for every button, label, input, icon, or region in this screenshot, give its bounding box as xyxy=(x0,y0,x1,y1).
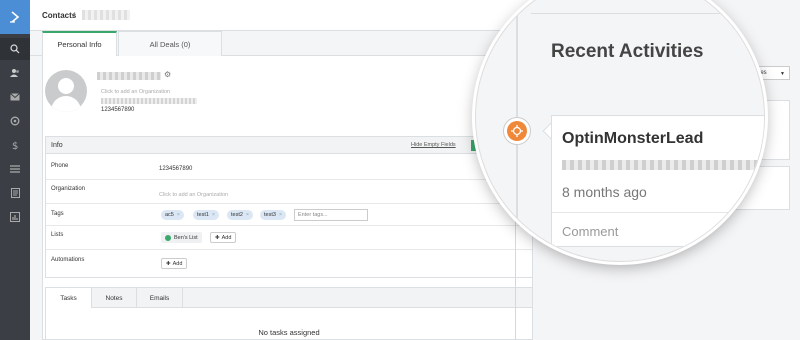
tag-chip[interactable]: ac5 × xyxy=(161,210,184,220)
tag-label: ac5 xyxy=(165,212,174,218)
info-section: Info Hide Empty Fields Phone 1234567890 … xyxy=(45,136,533,278)
tags-row: Tags ac5 × test1 × test2 × test3 × Enter tag… xyxy=(46,204,532,226)
organization-field[interactable]: Click to add an Organization xyxy=(159,192,228,198)
nav-mail[interactable] xyxy=(0,86,30,108)
remove-tag-icon[interactable]: × xyxy=(279,212,282,218)
info-title: Info xyxy=(51,142,63,149)
forms-icon xyxy=(10,188,20,198)
info-header: Info Hide Empty Fields xyxy=(46,137,532,154)
plus-icon: ✚ xyxy=(215,234,220,241)
tasks-tabbar: Tasks Notes Emails xyxy=(46,288,532,308)
tags-input[interactable]: Enter tags... xyxy=(294,209,368,221)
chevron-right-icon xyxy=(10,11,20,23)
breadcrumb-contact-name-redacted xyxy=(82,10,130,20)
contact-name-redacted xyxy=(97,72,161,80)
add-automation-label: Add xyxy=(172,260,183,267)
contact-phone: 1234567890 xyxy=(101,107,135,113)
organization-placeholder[interactable]: Click to add an Organization xyxy=(101,89,170,95)
tab-all-deals[interactable]: All Deals (0) xyxy=(118,31,222,56)
breadcrumb-contacts[interactable]: Contacts xyxy=(42,11,76,20)
list-chip[interactable]: Ben's List xyxy=(161,232,202,243)
nav-search[interactable] xyxy=(0,38,30,60)
lists-row: Lists Ben's List ✚ Add xyxy=(46,226,532,250)
tab-personal-info[interactable]: Personal Info xyxy=(42,31,117,56)
gear-icon[interactable]: ⚙ xyxy=(164,70,171,79)
tag-chip[interactable]: test3 × xyxy=(260,210,286,220)
breadcrumb-separator: / xyxy=(73,11,76,20)
tab-emails[interactable]: Emails xyxy=(137,288,183,308)
activity-item-card[interactable]: OptinMonsterLead 8 months ago Comment xyxy=(551,115,764,247)
tag-chip[interactable]: test2 × xyxy=(227,210,253,220)
lists-label: Lists xyxy=(51,232,64,238)
add-automation-button[interactable]: ✚ Add xyxy=(161,258,188,269)
phone-row: Phone 1234567890 xyxy=(46,154,532,180)
tab-tasks[interactable]: Tasks xyxy=(46,288,92,308)
hide-empty-fields-link[interactable]: Hide Empty Fields xyxy=(411,142,456,148)
tags-label: Tags xyxy=(51,211,64,217)
dollar-icon: $ xyxy=(12,141,18,150)
reports-icon xyxy=(10,212,20,222)
remove-tag-icon[interactable]: × xyxy=(246,212,249,218)
add-list-button[interactable]: ✚ Add xyxy=(210,232,237,243)
activity-item-detail-redacted xyxy=(562,160,762,170)
tag-label: test1 xyxy=(197,212,209,218)
nav-deals[interactable]: $ xyxy=(0,134,30,156)
heading-rule xyxy=(531,13,764,14)
automation-icon xyxy=(10,116,20,126)
list-icon xyxy=(10,165,20,173)
automations-label: Automations xyxy=(51,257,85,263)
svg-text:$: $ xyxy=(12,141,18,150)
automations-row: Automations ✚ Add xyxy=(46,250,532,276)
organization-label: Organization xyxy=(51,186,86,192)
app-logo[interactable] xyxy=(0,0,30,34)
crosshair-icon xyxy=(507,121,527,141)
add-list-label: Add xyxy=(221,234,232,241)
contact-tabs: Personal Info All Deals (0) xyxy=(30,31,533,56)
contact-email-redacted xyxy=(101,98,197,104)
empty-tasks-message: No tasks assigned xyxy=(258,328,320,337)
nav-lists[interactable] xyxy=(0,158,30,180)
remove-tag-icon[interactable]: × xyxy=(177,212,180,218)
remove-tag-icon[interactable]: × xyxy=(212,212,215,218)
nav-contacts[interactable] xyxy=(0,62,30,84)
recent-activities-heading: Recent Activities xyxy=(551,41,704,62)
activity-type-badge xyxy=(503,117,531,145)
mail-icon xyxy=(10,93,20,101)
tag-chip[interactable]: test1 × xyxy=(193,210,219,220)
list-name: Ben's List xyxy=(174,234,198,241)
tab-notes[interactable]: Notes xyxy=(92,288,137,308)
avatar[interactable] xyxy=(45,70,87,112)
avatar-head-shape xyxy=(58,78,74,94)
nav-reports[interactable] xyxy=(0,206,30,228)
check-icon xyxy=(165,234,171,241)
phone-label: Phone xyxy=(51,163,69,169)
plus-icon: ✚ xyxy=(166,260,171,267)
tag-label: test3 xyxy=(264,212,276,218)
search-icon xyxy=(10,44,20,54)
tag-label: test2 xyxy=(231,212,243,218)
tasks-section: Tasks Notes Emails No tasks assigned xyxy=(45,287,533,340)
comment-link[interactable]: Comment xyxy=(562,224,618,239)
card-divider xyxy=(552,212,764,213)
activity-item-title[interactable]: OptinMonsterLead xyxy=(562,130,703,148)
phone-value[interactable]: 1234567890 xyxy=(159,166,192,172)
chevron-down-icon: ▼ xyxy=(780,71,785,77)
contacts-icon xyxy=(10,69,19,77)
nav-forms[interactable] xyxy=(0,182,30,204)
left-sidebar: $ xyxy=(0,0,30,340)
nav-automations[interactable] xyxy=(0,110,30,132)
contact-panel: ⚙ Click to add an Organization 123456789… xyxy=(42,56,533,340)
avatar-body-shape xyxy=(51,96,81,112)
activity-item-time: 8 months ago xyxy=(562,184,647,200)
organization-row: Organization Click to add an Organizatio… xyxy=(46,180,532,204)
